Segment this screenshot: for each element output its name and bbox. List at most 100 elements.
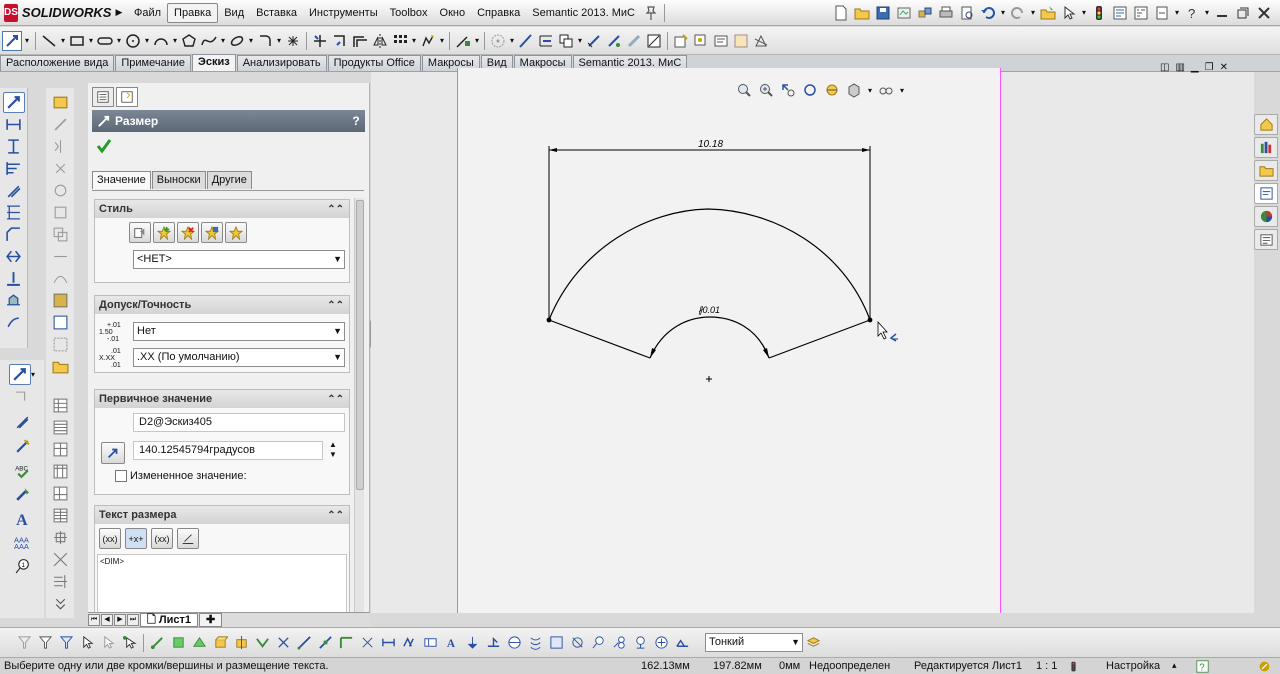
tile-vertical-icon[interactable]: ▥ [1175, 62, 1184, 73]
center-dimension-button[interactable]: +x+ [125, 528, 147, 549]
invert-selection-icon[interactable] [98, 632, 119, 654]
note-icon[interactable]: A [11, 508, 33, 529]
sketch-open-folder-icon[interactable] [49, 356, 71, 377]
collapse-chevron-icon[interactable]: ⌃⌃ [327, 394, 344, 405]
command-tab-4[interactable]: Продукты Office [327, 55, 421, 71]
make-assembly-icon[interactable] [915, 3, 935, 23]
circle-tool-icon[interactable] [123, 31, 143, 51]
filter-datum-features-icon[interactable] [462, 632, 483, 654]
smart-dimension-icon[interactable] [8, 364, 31, 385]
geometric-tolerance-icon[interactable] [751, 31, 771, 51]
right-edge-line[interactable] [768, 319, 871, 359]
move-dropdown-icon[interactable]: ▾ [438, 31, 446, 51]
add-style-button[interactable] [153, 222, 175, 243]
dimension-name-field[interactable]: D2@Эскиз405 [133, 413, 345, 432]
filter-sketch-segments-icon[interactable] [294, 632, 315, 654]
fillet-dropdown-icon[interactable]: ▾ [275, 31, 283, 51]
sketch-dotted-icon[interactable] [49, 334, 71, 355]
delete-style-button[interactable] [177, 222, 199, 243]
filter-sketch-points-icon[interactable] [273, 632, 294, 654]
first-sheet-icon[interactable]: ⏮ [88, 614, 100, 626]
display-style-icon[interactable] [844, 80, 864, 100]
model-items-icon[interactable] [3, 290, 25, 311]
filter-axes-icon[interactable] [231, 632, 252, 654]
sketch-copy-icon[interactable] [49, 224, 71, 245]
print-preview-icon[interactable] [957, 3, 977, 23]
rebuild-icon[interactable] [1152, 3, 1172, 23]
style-group-header[interactable]: Стиль ⌃⌃ [95, 200, 349, 218]
custom-properties-icon[interactable] [1254, 229, 1278, 250]
feature-manager-tab-icon[interactable] [92, 87, 114, 107]
add-sheet-icon[interactable]: ✚ [199, 613, 223, 627]
spell-check-icon[interactable]: ABC [11, 460, 33, 481]
sketch-picture-icon[interactable] [644, 31, 664, 51]
convert-entities-icon[interactable] [330, 31, 350, 51]
arc-tool-icon[interactable] [151, 31, 171, 51]
collapse-chevron-icon[interactable]: ⌃⌃ [327, 510, 344, 521]
smart-dimension-icon[interactable] [2, 92, 25, 113]
quick-snaps-icon[interactable] [488, 31, 508, 51]
clear-filters-icon[interactable] [56, 632, 77, 654]
sketch-move-icon[interactable] [49, 158, 71, 179]
units-settings[interactable]: Настройка [1106, 660, 1160, 672]
arc-dropdown-icon[interactable]: ▾ [171, 31, 179, 51]
smart-dimension-dropdown-icon[interactable]: ▾ [22, 31, 32, 51]
redo-dropdown-icon[interactable]: ▾ [1029, 3, 1037, 23]
load-style-button[interactable] [225, 222, 247, 243]
smart-dimension-dropdown-icon[interactable]: ▾ [31, 370, 35, 379]
filter-tables-icon[interactable] [651, 632, 672, 654]
tolerance-group-header[interactable]: Допуск/Точность ⌃⌃ [95, 296, 349, 314]
design-library-icon[interactable] [1254, 137, 1278, 158]
pm-scrollbar-thumb[interactable] [356, 200, 364, 490]
vertical-dimension-icon[interactable] [3, 136, 25, 157]
linear-note-pattern-icon[interactable]: AAA AAA [11, 532, 33, 553]
rectangle-dropdown-icon[interactable]: ▾ [87, 31, 95, 51]
restore-document-icon[interactable]: ❐ [1205, 62, 1214, 73]
zoom-to-fit-icon[interactable] [734, 80, 754, 100]
ordinate-dimension-icon[interactable] [3, 180, 25, 201]
prev-sheet-icon[interactable]: ◀ [101, 614, 113, 626]
point-tool-icon[interactable] [283, 31, 303, 51]
baseline-dimension-icon[interactable] [3, 158, 25, 179]
restore-window-icon[interactable] [1233, 3, 1253, 23]
move-entities-icon[interactable] [418, 31, 438, 51]
drawing-sheet[interactable]: 10.18 ∦0.01 [457, 68, 1001, 613]
vertical-ordinate-icon[interactable] [3, 202, 25, 223]
dimension-value-field[interactable]: 140.12545794градусов [133, 441, 323, 460]
menu-item-8[interactable]: Semantic 2013. МиС [526, 4, 641, 22]
ok-button[interactable] [96, 138, 112, 157]
tile-window-icon[interactable]: ◫ [1160, 62, 1169, 73]
hide-show-dropdown-icon[interactable]: ▾ [898, 80, 906, 100]
linear-pattern-icon[interactable] [390, 31, 410, 51]
zoom-to-area-icon[interactable] [756, 80, 776, 100]
pm-subtab-2[interactable]: Другие [206, 171, 252, 189]
sketch-block-icon[interactable] [49, 312, 71, 333]
hide-show-items-icon[interactable] [876, 80, 896, 100]
filter-edges-icon[interactable] [147, 632, 168, 654]
shaded-sketch-icon[interactable] [604, 31, 624, 51]
traffic-light-icon[interactable] [1089, 3, 1109, 23]
filter-geometric-tolerance-icon[interactable] [420, 632, 441, 654]
previous-view-icon[interactable] [778, 80, 798, 100]
rectangle-tool-icon[interactable] [67, 31, 87, 51]
sheet-scale[interactable]: 1 : 1 [1036, 660, 1057, 672]
inner-arc[interactable] [649, 316, 770, 359]
ellipse-dropdown-icon[interactable]: ▾ [247, 31, 255, 51]
next-sheet-icon[interactable]: ▶ [114, 614, 126, 626]
minimize-document-icon[interactable]: ▁ [1191, 62, 1199, 73]
table-icon[interactable] [49, 395, 71, 416]
filter-hole-callouts-icon[interactable] [567, 632, 588, 654]
filter-notes-icon[interactable]: A [441, 632, 462, 654]
fillet-tool-icon[interactable] [255, 31, 275, 51]
general-table-icon[interactable] [49, 505, 71, 526]
collapse-chevron-icon[interactable]: ⌃⌃ [327, 300, 344, 311]
select-arrow-icon[interactable] [1059, 3, 1079, 23]
sketch-mirror-icon[interactable] [49, 136, 71, 157]
rapid-sketch-icon[interactable] [536, 31, 556, 51]
menu-item-5[interactable]: Toolbox [384, 4, 434, 22]
view-palette-icon[interactable] [1254, 183, 1278, 204]
weld-symbol-icon[interactable] [731, 31, 751, 51]
bom-table-icon[interactable] [49, 417, 71, 438]
pattern-dropdown-icon[interactable]: ▾ [410, 31, 418, 51]
sketch-stretch-icon[interactable] [49, 246, 71, 267]
